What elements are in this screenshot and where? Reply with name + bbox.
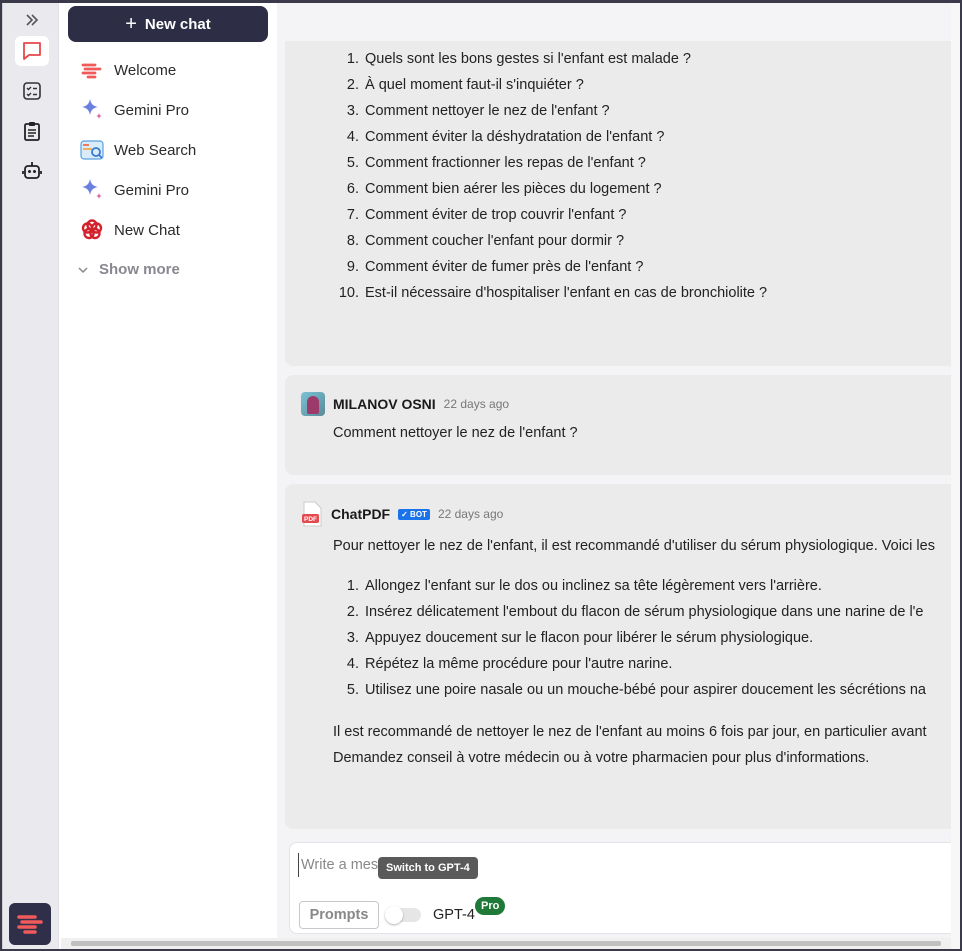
- scrollbar-thumb[interactable]: [71, 941, 941, 946]
- bot-badge: ✓ BOT: [398, 508, 430, 520]
- web-search-icon: [79, 137, 105, 163]
- sidebar-item-new-chat[interactable]: New Chat: [79, 214, 269, 246]
- list-item: 1. Quels sont les bons gestes si l'enfant…: [346, 51, 691, 67]
- list-item: 5. Comment fractionner les repas de l'enf…: [346, 155, 646, 171]
- bot-message-card: PDF ChatPDF ✓ BOT 22 days ago Pour netto…: [285, 484, 960, 829]
- message-intro: Pour nettoyer le nez de l'enfant, il est…: [333, 538, 935, 554]
- list-item: 5. Utilisez une poire nasale ou un mouche…: [346, 682, 926, 698]
- message-outro: Il est recommandé de nettoyer le nez de …: [333, 724, 927, 740]
- chevron-down-icon: [78, 266, 88, 273]
- sidebar-item-gemini-pro[interactable]: Gemini Pro: [79, 94, 269, 126]
- message-author: MILANOV OSNI: [333, 396, 436, 412]
- sidebar-item-web-search[interactable]: Web Search: [79, 134, 269, 166]
- list-item: 3. Comment nettoyer le nez de l'enfant ?: [346, 103, 610, 119]
- pdf-icon: PDF: [301, 501, 323, 527]
- openai-flower-icon: [79, 217, 105, 243]
- icon-rail: [3, 3, 59, 949]
- list-item: 7. Comment éviter de trop couvrir l'enfan…: [346, 207, 627, 223]
- show-more-toggle[interactable]: Show more: [77, 261, 180, 278]
- list-item: 2. Insérez délicatement l'embout du flaco…: [346, 604, 924, 620]
- avatar: [301, 392, 325, 416]
- app-window: + New chat Welcome Gemini Pro Web Search: [2, 3, 960, 949]
- tooltip: Switch to GPT-4: [378, 857, 478, 879]
- message-outro: Demandez conseil à votre médecin ou à vo…: [333, 750, 870, 766]
- list-item: 4. Répétez la même procédure pour l'autre…: [346, 656, 673, 672]
- message-composer: Switch to GPT-4 Prompts GPT-4 Pro: [289, 842, 960, 934]
- list-item: 10. Est-il nécessaire d'hospitaliser l'en…: [338, 285, 768, 301]
- sidebar-item-label: Welcome: [114, 61, 177, 79]
- message-time: 22 days ago: [443, 397, 510, 411]
- message-header: MILANOV OSNI 22 days ago: [301, 392, 509, 416]
- plus-icon: +: [125, 13, 137, 35]
- new-chat-label: New chat: [144, 15, 211, 33]
- user-message-card: MILANOV OSNI 22 days ago Comment nettoye…: [285, 375, 960, 475]
- new-chat-button[interactable]: + New chat: [68, 6, 268, 42]
- message-time: 22 days ago: [437, 507, 504, 521]
- sidebar-item-gemini-pro-2[interactable]: Gemini Pro: [79, 174, 269, 206]
- list-item: 4. Comment éviter la déshydratation de l'…: [346, 129, 665, 145]
- prompts-button[interactable]: Prompts: [299, 901, 379, 929]
- list-item: 3. Appuyez doucement sur le flacon pour l…: [346, 630, 814, 646]
- show-more-label: Show more: [99, 261, 180, 278]
- list-item: 2. À quel moment faut-il s'inquiéter ?: [346, 77, 584, 93]
- double-chevron-right-icon[interactable]: [15, 5, 49, 35]
- app-logo-icon[interactable]: [9, 903, 51, 945]
- list-item: 6. Comment bien aérer les pièces du logem…: [346, 181, 662, 197]
- model-label: GPT-4: [433, 907, 475, 923]
- horizontal-scrollbar[interactable]: [61, 938, 951, 949]
- svg-text:PDF: PDF: [304, 516, 317, 523]
- sidebar-item-label: Gemini Pro: [114, 181, 190, 199]
- gpt4-toggle[interactable]: [385, 906, 421, 924]
- question-list: 1. Quels sont les bons gestes si l'enfant…: [325, 46, 767, 306]
- welcome-logo-icon: [79, 57, 105, 83]
- sidebar-item-welcome[interactable]: Welcome: [79, 54, 269, 86]
- checklist-icon[interactable]: [15, 76, 49, 106]
- robot-icon[interactable]: [15, 156, 49, 186]
- sidebar-item-label: Web Search: [114, 141, 197, 159]
- list-item: 1. Allongez l'enfant sur le dos ou inclin…: [346, 578, 822, 594]
- clipboard-icon[interactable]: [15, 116, 49, 146]
- conversation-pane: 1. Quels sont les bons gestes si l'enfant…: [277, 3, 960, 949]
- vertical-scrollbar[interactable]: [951, 3, 960, 949]
- message-author: ChatPDF: [331, 506, 391, 522]
- list-item: 9. Comment éviter de fumer près de l'enfa…: [346, 259, 644, 275]
- chat-bubble-icon[interactable]: [15, 36, 49, 66]
- chat-sidebar: + New chat Welcome Gemini Pro Web Search: [59, 3, 277, 949]
- gemini-sparkle-icon: [79, 97, 105, 123]
- gemini-sparkle-icon: [79, 177, 105, 203]
- steps-list: 1. Allongez l'enfant sur le dos ou inclin…: [325, 573, 926, 703]
- bot-message-card: 1. Quels sont les bons gestes si l'enfant…: [285, 41, 960, 366]
- message-header: PDF ChatPDF ✓ BOT 22 days ago: [301, 501, 503, 527]
- sidebar-item-label: New Chat: [114, 221, 180, 239]
- message-text: Comment nettoyer le nez de l'enfant ?: [333, 425, 578, 441]
- pro-badge: Pro: [475, 897, 506, 915]
- list-item: 8. Comment coucher l'enfant pour dormir ?: [346, 233, 625, 249]
- sidebar-item-label: Gemini Pro: [114, 101, 190, 119]
